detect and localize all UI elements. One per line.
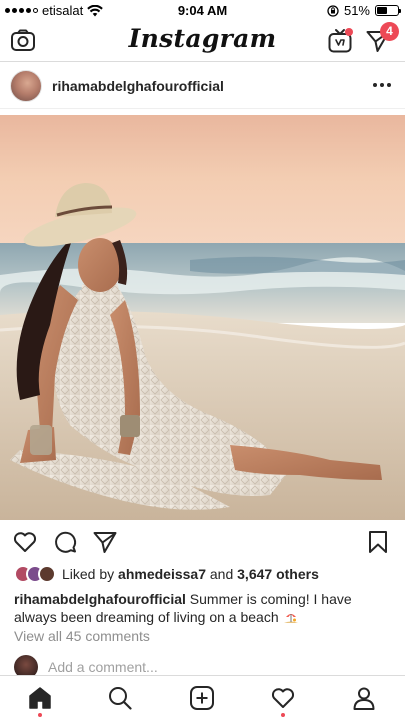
search-icon: [109, 687, 132, 710]
direct-badge: 4: [380, 22, 399, 41]
post-username[interactable]: rihamabdelghafourofficial: [52, 78, 224, 94]
battery-icon: [375, 5, 401, 16]
orientation-lock-icon: [327, 4, 339, 17]
post-header: rihamabdelghafourofficial: [0, 63, 405, 109]
likes-count[interactable]: 3,647 others: [237, 566, 319, 582]
post-author-avatar[interactable]: [10, 70, 42, 102]
comment-input[interactable]: [48, 659, 298, 675]
post-caption: rihamabdelghafourofficial Summer is comi…: [14, 590, 394, 626]
bookmark-icon[interactable]: [365, 529, 391, 555]
liker-avatar: [38, 565, 56, 583]
view-all-comments-link[interactable]: View all 45 comments: [14, 628, 150, 644]
tab-home[interactable]: [27, 685, 53, 711]
battery-percent: 51%: [343, 3, 370, 18]
home-active-dot: [38, 713, 42, 717]
tab-profile[interactable]: [351, 685, 377, 711]
status-right: 51%: [327, 3, 401, 18]
activity-icon: [271, 688, 295, 708]
action-bar: [0, 522, 405, 560]
beach-photo: [0, 115, 405, 520]
caption-username[interactable]: rihamabdelghafourofficial: [14, 591, 186, 607]
activity-notification-dot: [281, 713, 285, 717]
likes-summary[interactable]: Liked by ahmedeissa7 and 3,647 others: [14, 563, 319, 585]
liker-username[interactable]: ahmedeissa7: [118, 566, 206, 582]
tab-search[interactable]: [107, 685, 133, 711]
more-options-icon[interactable]: [373, 83, 391, 87]
home-icon: [29, 687, 51, 709]
likes-prefix: Liked by: [62, 566, 115, 582]
liker-avatars: [14, 565, 56, 583]
share-icon[interactable]: [92, 529, 118, 555]
tab-new-post[interactable]: [189, 685, 215, 711]
heart-icon[interactable]: [12, 529, 38, 555]
bottom-tab-bar: [0, 675, 405, 720]
comment-icon[interactable]: [52, 529, 78, 555]
likes-middle: and: [206, 566, 238, 582]
top-nav: Instagram 4: [0, 20, 405, 62]
battery-fill: [377, 7, 388, 14]
beach-emoji-icon: [283, 614, 298, 623]
status-bar: etisalat 9:04 AM 51%: [0, 0, 405, 20]
post-photo[interactable]: [0, 115, 405, 520]
igtv-notification-dot: [345, 28, 353, 36]
new-post-icon: [190, 686, 214, 710]
tab-activity[interactable]: [270, 685, 296, 711]
profile-icon: [353, 687, 375, 710]
